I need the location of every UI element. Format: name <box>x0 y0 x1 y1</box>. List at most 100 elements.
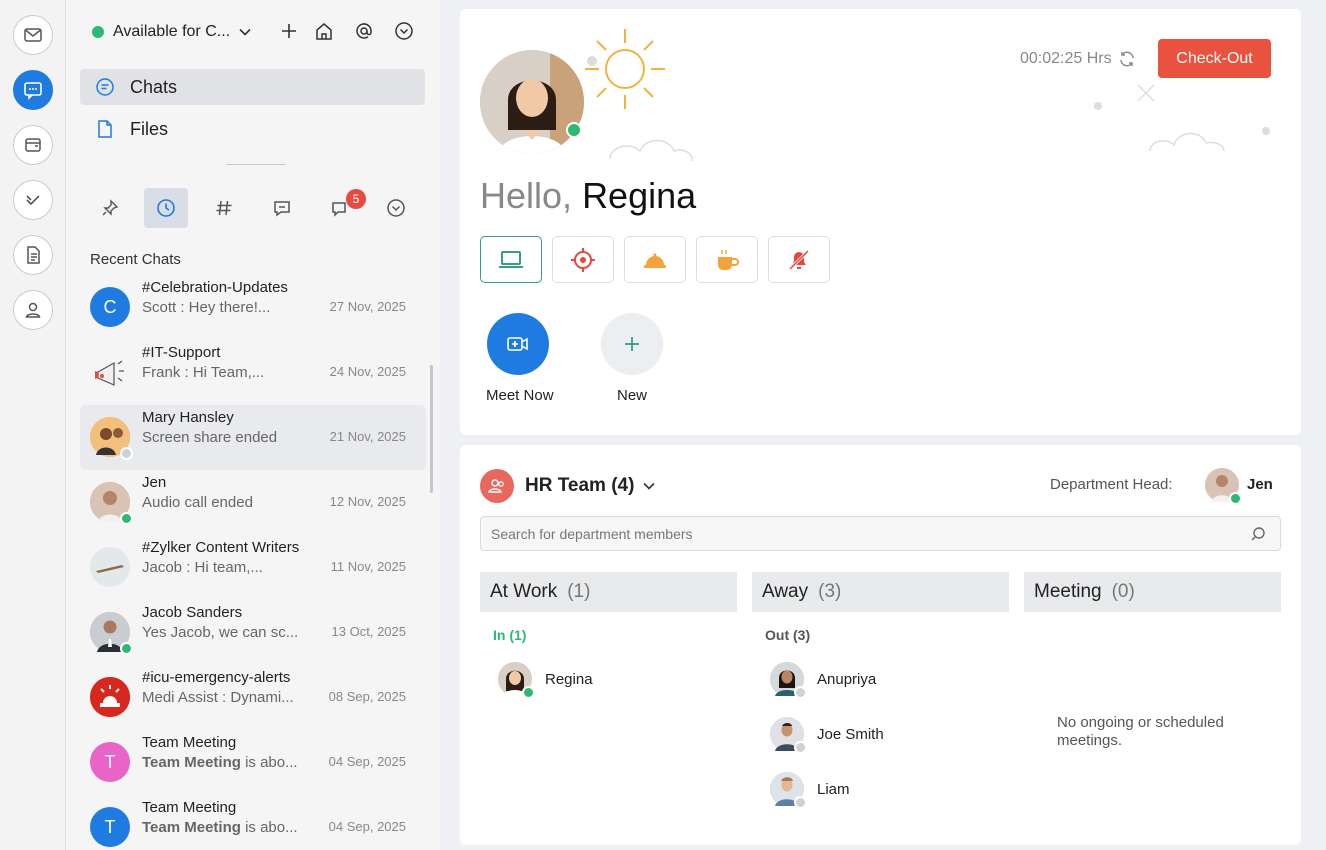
in-label: In (1) <box>493 627 527 643</box>
chat-item[interactable]: #icu-emergency-alerts Medi Assist : Dyna… <box>80 665 426 730</box>
hash-icon <box>216 200 232 216</box>
member-item[interactable]: Regina <box>498 662 593 699</box>
scrollbar[interactable] <box>430 365 433 493</box>
chat-item[interactable]: #Zylker Content Writers Jacob : Hi team,… <box>80 535 426 600</box>
tasks-icon[interactable] <box>13 180 53 220</box>
coffee-icon <box>718 249 739 270</box>
chat-preview: Team Meeting is abo... <box>142 754 298 771</box>
more-dropdown-icon[interactable] <box>393 20 415 42</box>
member-search-input[interactable]: Search for department members <box>480 516 1281 551</box>
chat-item[interactable]: Jacob Sanders Yes Jacob, we can sc... 13… <box>80 600 426 665</box>
refresh-icon[interactable] <box>1118 50 1136 68</box>
nav-chats-label: Chats <box>130 76 178 97</box>
wallet-icon[interactable] <box>13 125 53 165</box>
search-icon[interactable] <box>1250 526 1266 542</box>
chat-preview: Frank : Hi Team,... <box>142 364 265 381</box>
chat-name: Mary Hansley <box>142 409 234 426</box>
search-placeholder: Search for department members <box>491 525 693 542</box>
status-dropdown[interactable]: Available for C... <box>113 23 230 41</box>
status-break[interactable] <box>696 236 758 283</box>
status-focus[interactable] <box>552 236 614 283</box>
work-timer: 00:02:25 Hrs <box>1020 50 1136 68</box>
mention-icon[interactable] <box>353 20 375 42</box>
chat-date: 21 Nov, 2025 <box>329 429 406 444</box>
column-away: Away (3) <box>752 572 1009 612</box>
out-label: Out (3) <box>765 627 811 643</box>
status-working[interactable] <box>480 236 542 283</box>
member-item[interactable]: Anupriya <box>770 662 877 699</box>
member-item[interactable]: Liam <box>770 772 850 809</box>
member-name: Liam <box>817 780 850 798</box>
bell-off-icon <box>788 249 810 270</box>
column-meeting: Meeting (0) <box>1024 572 1281 612</box>
chat-item[interactable]: Jen Audio call ended 12 Nov, 2025 <box>80 470 426 535</box>
more-filter[interactable] <box>374 188 418 228</box>
checkout-button[interactable]: Check-Out <box>1158 39 1271 78</box>
dept-head-label: Department Head: <box>1050 476 1173 493</box>
chat-date: 04 Sep, 2025 <box>328 819 406 834</box>
status-lunch[interactable] <box>624 236 686 283</box>
member-name: Anupriya <box>817 670 877 688</box>
chat-item[interactable]: C #Celebration-Updates Scott : Hey there… <box>80 275 426 340</box>
chat-date: 04 Sep, 2025 <box>328 754 406 769</box>
chat-item[interactable]: #IT-Support Frank : Hi Team,... 24 Nov, … <box>80 340 426 405</box>
member-name: Joe Smith <box>817 725 884 743</box>
nav-chats[interactable]: Chats <box>80 69 425 105</box>
clock-icon <box>157 199 175 217</box>
megaphone-icon <box>90 352 130 392</box>
status-dnd[interactable] <box>768 236 830 283</box>
avatar[interactable] <box>1205 468 1242 505</box>
laptop-icon <box>499 250 523 268</box>
notes-icon[interactable] <box>13 235 53 275</box>
pin-filter[interactable] <box>88 188 132 228</box>
mail-icon[interactable] <box>13 15 53 55</box>
plus-icon[interactable] <box>278 20 300 42</box>
column-count: (3) <box>818 581 842 602</box>
video-icon[interactable] <box>487 313 549 375</box>
dept-head-name[interactable]: Jen <box>1247 476 1273 493</box>
chat-date: 12 Nov, 2025 <box>329 494 406 509</box>
chat-name: #IT-Support <box>142 344 221 361</box>
plus-icon[interactable] <box>601 313 663 375</box>
unread-filter[interactable]: 5 <box>318 188 366 228</box>
chat-preview: Scott : Hey there!... <box>142 299 271 316</box>
avatar <box>90 482 133 525</box>
chat-item[interactable]: T Team Meeting Team Meeting is abo... 04… <box>80 795 426 850</box>
chevron-down-icon <box>643 482 656 490</box>
member-item[interactable]: Joe Smith <box>770 717 884 754</box>
home-icon[interactable] <box>313 20 335 42</box>
chat-date: 11 Nov, 2025 <box>330 559 406 574</box>
chat-icon[interactable] <box>13 70 53 110</box>
pen-icon <box>90 547 130 587</box>
new-action[interactable]: New <box>600 313 664 404</box>
team-selector[interactable]: HR Team (4) <box>525 475 656 497</box>
avatar <box>770 662 807 699</box>
meet-now-action[interactable]: Meet Now <box>486 313 554 404</box>
avatar <box>498 662 535 699</box>
chat-item[interactable]: Mary Hansley Screen share ended 21 Nov, … <box>80 405 426 470</box>
chat-preview: Team Meeting is abo... <box>142 819 298 836</box>
chat-preview: Medi Assist : Dynami... <box>142 689 294 706</box>
divider <box>226 164 286 165</box>
emergency-icon <box>90 677 130 717</box>
chat-date: 27 Nov, 2025 <box>329 299 406 314</box>
message-icon <box>274 201 290 217</box>
contacts-icon[interactable] <box>13 290 53 330</box>
timer-text: 00:02:25 Hrs <box>1020 50 1112 67</box>
left-panel: Available for C... Chats Files 5 Recent … <box>66 0 440 850</box>
status-dot <box>92 26 104 38</box>
chat-date: 24 Nov, 2025 <box>329 364 406 379</box>
chevron-down-icon[interactable] <box>238 25 252 39</box>
nav-files[interactable]: Files <box>80 111 425 147</box>
chat-item[interactable]: T Team Meeting Team Meeting is abo... 04… <box>80 730 426 795</box>
column-at-work: At Work (1) <box>480 572 737 612</box>
profile-avatar[interactable] <box>480 50 584 154</box>
messages-filter[interactable] <box>260 188 304 228</box>
recent-filter[interactable] <box>144 188 188 228</box>
column-count: (1) <box>567 581 591 602</box>
chat-list: C #Celebration-Updates Scott : Hey there… <box>80 275 426 850</box>
avatar <box>770 717 807 754</box>
channels-filter[interactable] <box>202 188 246 228</box>
chat-filters: 5 <box>88 188 418 228</box>
chat-preview: Jacob : Hi team,... <box>142 559 263 576</box>
